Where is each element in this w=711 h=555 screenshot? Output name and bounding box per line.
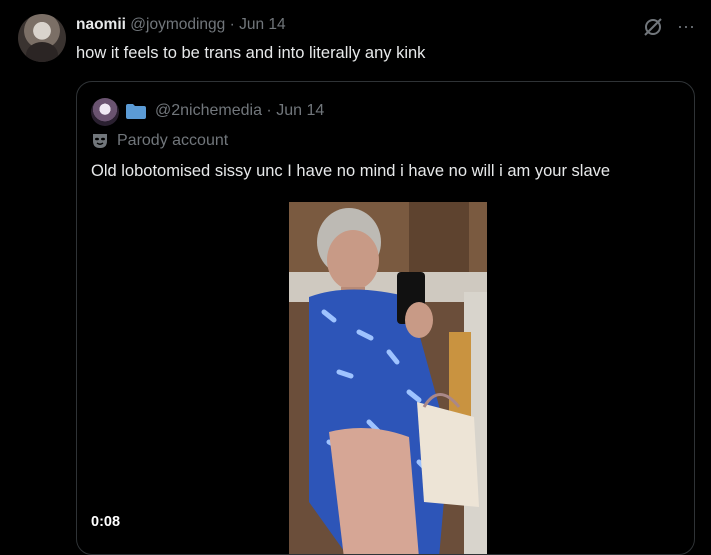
more-icon[interactable]: ··· [675, 15, 697, 37]
quoted-header: @2nichemedia · Jun 14 [155, 102, 324, 120]
mask-icon [93, 134, 107, 148]
folder-icon [126, 104, 146, 119]
tweet-header: naomii @joymodingg · Jun 14 [76, 16, 286, 34]
grok-icon[interactable] [642, 16, 664, 38]
display-name[interactable]: naomii [76, 16, 126, 33]
user-handle[interactable]: @joymodingg [130, 16, 225, 33]
video-player[interactable] [289, 202, 487, 554]
quoted-handle[interactable]: @2nichemedia [155, 102, 262, 119]
user-avatar[interactable] [18, 14, 66, 62]
tweet[interactable]: naomii @joymodingg · Jun 14 ··· how it f… [0, 0, 711, 555]
quoted-text: Old lobotomised sissy unc I have no mind… [91, 162, 611, 180]
video-thumbnail [289, 202, 487, 554]
video-duration: 0:08 [91, 514, 121, 530]
separator: · [266, 102, 272, 119]
quoted-date[interactable]: Jun 14 [276, 102, 324, 119]
post-date[interactable]: Jun 14 [239, 16, 286, 33]
separator: · [229, 16, 235, 33]
tweet-text: how it feels to be trans and into litera… [76, 44, 426, 62]
parody-label: Parody account [117, 132, 229, 149]
quoted-avatar[interactable] [91, 98, 119, 126]
quoted-tweet[interactable]: @2nichemedia · Jun 14 Parody account Old… [76, 81, 695, 555]
